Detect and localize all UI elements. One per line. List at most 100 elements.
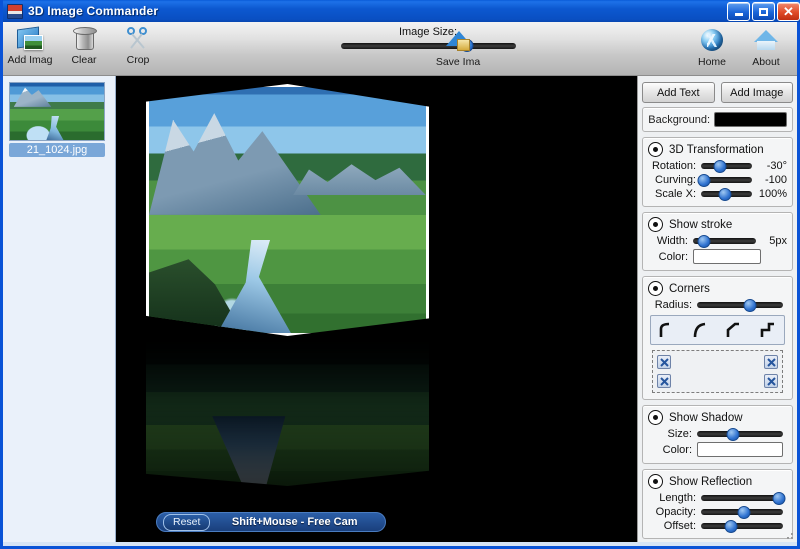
stroke-width-slider[interactable] [693,234,756,248]
group-show-reflection: Show Reflection Length: Opacity: Offset: [642,469,793,539]
stroke-width-label: Width: [656,235,688,247]
visibility-toggle-show-shadow[interactable] [648,410,663,425]
house-icon [751,27,781,55]
visibility-toggle-corners[interactable] [648,281,663,296]
corner-style-round-button[interactable] [654,319,680,341]
about-button[interactable]: About [739,24,793,79]
maximize-button[interactable] [752,2,775,21]
corner-toggle-bottom-right[interactable] [764,374,778,388]
stroke-color-label: Color: [658,250,688,263]
preview-canvas[interactable]: Reset Shift+Mouse - Free Cam [116,76,637,542]
scale-x-slider[interactable] [701,187,752,201]
group-title: 3D Transformation [669,143,764,156]
home-label: Home [697,56,726,68]
image-size-slider[interactable] [340,39,516,52]
shadow-size-label: Size: [667,428,692,440]
control-reflection-offset: Offset: [648,519,787,533]
group-show-stroke: Show stroke Width: 5px Color: [642,212,793,271]
thumbnail-filename: 21_1024.jpg [9,143,105,157]
curving-value: -100 [764,174,787,186]
corner-toggle-top-left[interactable] [657,355,671,369]
rotation-value: -30° [766,160,787,172]
clear-label: Clear [71,54,97,66]
curving-slider[interactable] [697,173,752,187]
add-image-button[interactable]: Add Imag [3,22,57,77]
group-show-shadow: Show Shadow Size: Color: [642,405,793,464]
shadow-color-swatch[interactable] [697,442,783,457]
visibility-toggle-3d-transformation[interactable] [648,142,663,157]
control-corner-radius: Radius: [648,298,787,312]
reset-button[interactable]: Reset [163,513,211,531]
minimize-icon [734,13,743,16]
image-size-label: Image Size: [398,26,458,38]
app-icon [7,3,23,19]
window-title: 3D Image Commander [28,4,159,18]
globe-icon [697,27,727,55]
maximize-icon [759,7,768,16]
rotation-slider[interactable] [701,159,752,173]
resize-grip[interactable] [784,530,794,540]
crop-button[interactable]: Crop [111,22,165,77]
image-frame [146,84,429,336]
canvas-stage: Reset Shift+Mouse - Free Cam [116,76,637,542]
stroke-width-value: 5px [769,235,787,247]
background-color-swatch[interactable] [714,112,787,127]
window-controls: ✕ [727,2,800,21]
corner-toggle-top-right[interactable] [764,355,778,369]
clear-button[interactable]: Clear [57,22,111,77]
control-shadow-size: Size: [648,427,787,441]
visibility-toggle-show-stroke[interactable] [648,217,663,232]
thumbnail-sidebar: 21_1024.jpg [3,76,116,542]
save-image-button[interactable]: Save Ima [431,24,485,79]
add-image-panel-button[interactable]: Add Image [720,82,793,103]
scale-x-value: 100% [758,188,787,200]
reflection-offset-slider[interactable] [701,519,783,533]
curving-label: Curving: [655,174,696,186]
control-curving: Curving: -100 [648,173,787,187]
reflection-length-slider[interactable] [701,491,786,505]
title-bar: 3D Image Commander ✕ [3,0,800,22]
image-size-control: Image Size: [333,26,523,52]
corner-style-options [650,315,785,345]
rotation-label: Rotation: [651,160,696,172]
group-title: Show stroke [669,218,733,231]
home-button[interactable]: Home [685,24,739,79]
group-title: Show Shadow [669,411,743,424]
corner-toggle-bottom-left[interactable] [657,374,671,388]
trash-icon [69,25,99,53]
reflection-opacity-slider[interactable] [701,505,783,519]
corner-style-scoop-button[interactable] [688,319,714,341]
add-buttons-row: Add Text Add Image [642,82,793,103]
corner-radius-slider[interactable] [697,298,783,312]
control-reflection-opacity: Opacity: [648,505,787,519]
save-image-icon [443,27,473,55]
scissors-icon [123,25,153,53]
group-3d-transformation: 3D Transformation Rotation: -30° Curving… [642,137,793,207]
control-scale-x: Scale X: 100% [648,187,787,201]
group-title: Corners [669,282,710,295]
shadow-size-slider[interactable] [697,427,783,441]
add-text-button[interactable]: Add Text [642,82,715,103]
thumbnail-image[interactable] [9,82,105,141]
minimize-button[interactable] [727,2,750,21]
about-label: About [752,56,780,68]
add-image-icon [15,25,45,53]
canvas-hint-bar: Reset Shift+Mouse - Free Cam [156,512,386,532]
transformed-image[interactable] [146,84,429,336]
control-stroke-width: Width: 5px [648,234,787,248]
close-icon: ✕ [783,3,794,19]
shadow-color-label: Color: [662,443,692,456]
stroke-color-swatch[interactable] [693,249,761,264]
close-button[interactable]: ✕ [777,2,800,21]
slider-track [340,42,516,49]
corner-style-step-button[interactable] [755,319,781,341]
list-item[interactable]: 21_1024.jpg [9,82,105,157]
add-image-label: Add Imag [7,54,53,66]
scale-x-label: Scale X: [655,188,696,200]
control-rotation: Rotation: -30° [648,159,787,173]
reflection-opacity-label: Opacity: [655,506,696,518]
background-label: Background: [648,113,710,126]
control-reflection-length: Length: [648,491,787,505]
visibility-toggle-show-reflection[interactable] [648,474,663,489]
corner-style-notch-button[interactable] [721,319,747,341]
